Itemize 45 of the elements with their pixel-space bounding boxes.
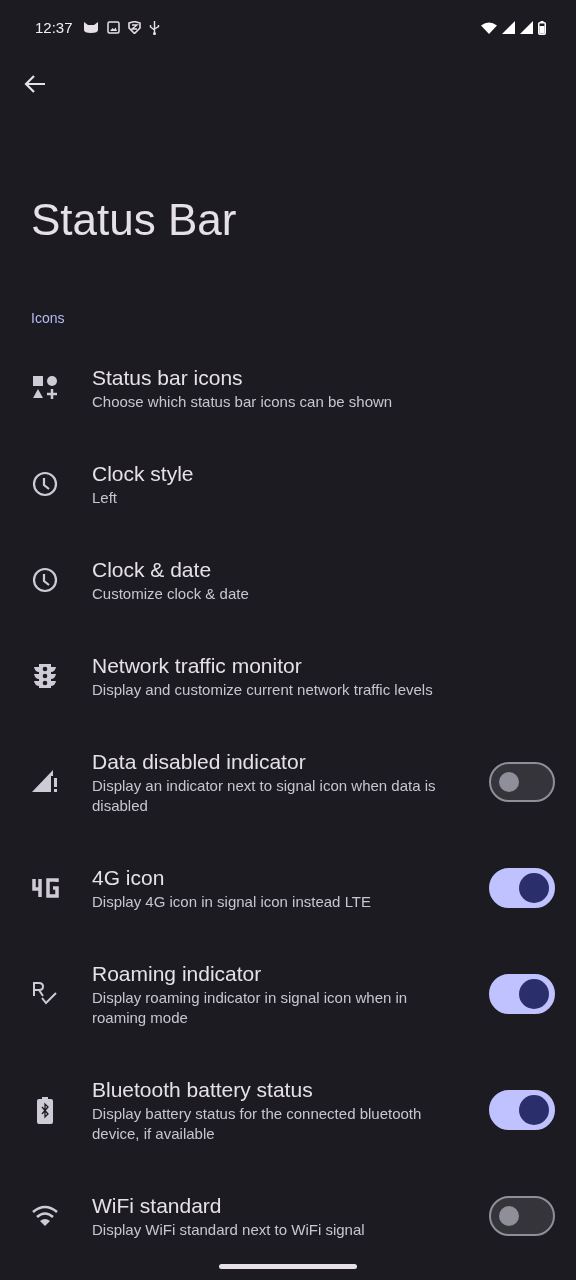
gesture-handle[interactable]	[219, 1264, 357, 1269]
signal-icon	[520, 21, 533, 34]
status-time: 12:37	[35, 19, 73, 36]
setting-summary: Display WiFi standard next to WiFi signal	[92, 1220, 366, 1240]
usb-icon	[148, 20, 160, 35]
setting-title: WiFi standard	[92, 1193, 223, 1219]
clock-icon	[32, 471, 58, 497]
page-title: Status Bar	[31, 194, 238, 246]
battery-icon	[538, 20, 546, 35]
shapes-icon	[32, 375, 58, 401]
signal-icon	[502, 21, 515, 34]
setting-title: Data disabled indicator	[92, 749, 307, 775]
signal-alert-icon	[32, 770, 58, 794]
bluetooth-battery-icon	[37, 1096, 53, 1124]
setting-title: Bluetooth battery status	[92, 1077, 314, 1103]
setting-summary: Left	[92, 488, 119, 508]
setting-title: Roaming indicator	[92, 961, 263, 987]
clock-icon	[32, 567, 58, 593]
toggle-switch[interactable]	[489, 868, 555, 908]
traffic-light-icon	[34, 663, 56, 689]
section-header: Icons	[31, 309, 66, 328]
setting-title: Clock style	[92, 461, 195, 487]
setting-summary: Display roaming indicator in signal icon when in roaming mode	[92, 988, 409, 1028]
setting-title: Clock & date	[92, 557, 213, 583]
image-icon	[106, 21, 120, 34]
network-type-icon	[31, 878, 59, 898]
setting-summary: Display an indicator next to signal icon when data is disabled	[92, 776, 437, 816]
toggle-switch[interactable]	[489, 1090, 555, 1130]
wifi-icon	[31, 1205, 59, 1227]
shield-icon	[127, 21, 141, 34]
setting-title: 4G icon	[92, 865, 166, 891]
toggle-switch[interactable]	[489, 1196, 555, 1236]
setting-title: Network traffic monitor	[92, 653, 303, 679]
cat-icon	[82, 21, 99, 34]
setting-summary: Display 4G icon in signal icon instead LTE	[92, 892, 373, 912]
wifi-icon	[481, 21, 497, 34]
setting-summary: Display and customize current network traffic levels	[92, 680, 434, 700]
roaming-icon	[32, 982, 58, 1006]
back-arrow-icon[interactable]	[24, 73, 46, 94]
setting-summary: Display battery status for the connected bluetooth device, if available	[92, 1104, 423, 1144]
toggle-switch[interactable]	[489, 762, 555, 802]
setting-summary: Choose which status bar icons can be shown	[92, 392, 394, 412]
toggle-switch[interactable]	[489, 974, 555, 1014]
setting-summary: Customize clock & date	[92, 584, 250, 604]
setting-title: Status bar icons	[92, 365, 244, 391]
